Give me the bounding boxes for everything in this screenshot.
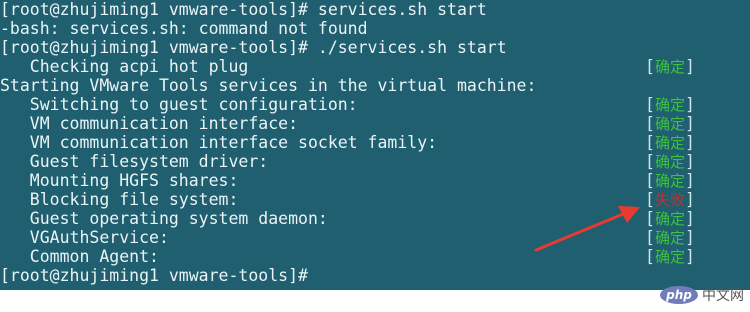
- bracket-open: [: [645, 57, 655, 76]
- status-ok-label: 确定: [654, 58, 685, 76]
- output-line: Mounting HGFS shares:: [0, 171, 239, 190]
- status-ok-label: 确定: [654, 210, 685, 228]
- prompt-line: [root@zhujiming1 vmware-tools]#: [0, 266, 318, 285]
- status-blocking: [失败]: [645, 190, 695, 209]
- bracket-open: [: [645, 171, 655, 190]
- bracket-open: [: [645, 209, 655, 228]
- bracket-open: [: [645, 95, 655, 114]
- prompt-line: [root@zhujiming1 vmware-tools]# ./servic…: [0, 38, 507, 57]
- output-line: Switching to guest configuration:: [0, 95, 358, 114]
- bracket-open: [: [645, 228, 655, 247]
- status-ok-label: 确定: [654, 229, 685, 247]
- bracket-close: ]: [684, 171, 695, 190]
- output-line: Guest filesystem driver:: [0, 152, 269, 171]
- output-line: VM communication interface socket family…: [0, 133, 438, 152]
- bracket-close: ]: [684, 228, 695, 247]
- bracket-close: ]: [684, 247, 695, 266]
- bracket-close: ]: [684, 57, 695, 76]
- status-switching: [确定]: [645, 95, 695, 114]
- bracket-open: [: [645, 247, 655, 266]
- bottom-strip: [0, 290, 750, 312]
- output-line: VGAuthService:: [0, 228, 169, 247]
- status-daemon: [确定]: [645, 209, 695, 228]
- output-line: Guest operating system daemon:: [0, 209, 328, 228]
- status-fs-driver: [确定]: [645, 152, 695, 171]
- status-ok-label: 确定: [654, 115, 685, 133]
- status-vsock: [确定]: [645, 133, 695, 152]
- bracket-open: [: [645, 190, 655, 209]
- watermark-text: 中文网: [702, 288, 744, 304]
- output-line: VM communication interface:: [0, 114, 299, 133]
- status-acpi: [确定]: [645, 57, 695, 76]
- bracket-open: [: [645, 114, 655, 133]
- status-ok-label: 确定: [654, 248, 685, 266]
- prompt-line: [root@zhujiming1 vmware-tools]# services…: [0, 0, 487, 19]
- php-logo: php: [660, 286, 698, 304]
- bracket-close: ]: [684, 152, 695, 171]
- bracket-open: [: [645, 152, 655, 171]
- output-line: Checking acpi hot plug: [0, 57, 249, 76]
- terminal-window[interactable]: [root@zhujiming1 vmware-tools]# services…: [0, 0, 750, 290]
- output-line: -bash: services.sh: command not found: [0, 19, 368, 38]
- bracket-close: ]: [684, 95, 695, 114]
- status-vmci: [确定]: [645, 114, 695, 133]
- bracket-close: ]: [684, 209, 695, 228]
- status-fail-label: 失败: [654, 191, 685, 209]
- output-line: Common Agent:: [0, 247, 159, 266]
- output-line: Blocking file system:: [0, 190, 239, 209]
- status-ok-label: 确定: [654, 134, 685, 152]
- bracket-open: [: [645, 133, 655, 152]
- status-ok-label: 确定: [654, 153, 685, 171]
- status-ok-label: 确定: [654, 172, 685, 190]
- status-ok-label: 确定: [654, 96, 685, 114]
- bracket-close: ]: [684, 114, 695, 133]
- status-agent: [确定]: [645, 247, 695, 266]
- status-hgfs: [确定]: [645, 171, 695, 190]
- bracket-close: ]: [684, 133, 695, 152]
- status-vgauth: [确定]: [645, 228, 695, 247]
- watermark: php 中文网: [660, 285, 744, 305]
- output-line: Starting VMware Tools services in the vi…: [0, 76, 537, 95]
- bracket-close: ]: [684, 190, 695, 209]
